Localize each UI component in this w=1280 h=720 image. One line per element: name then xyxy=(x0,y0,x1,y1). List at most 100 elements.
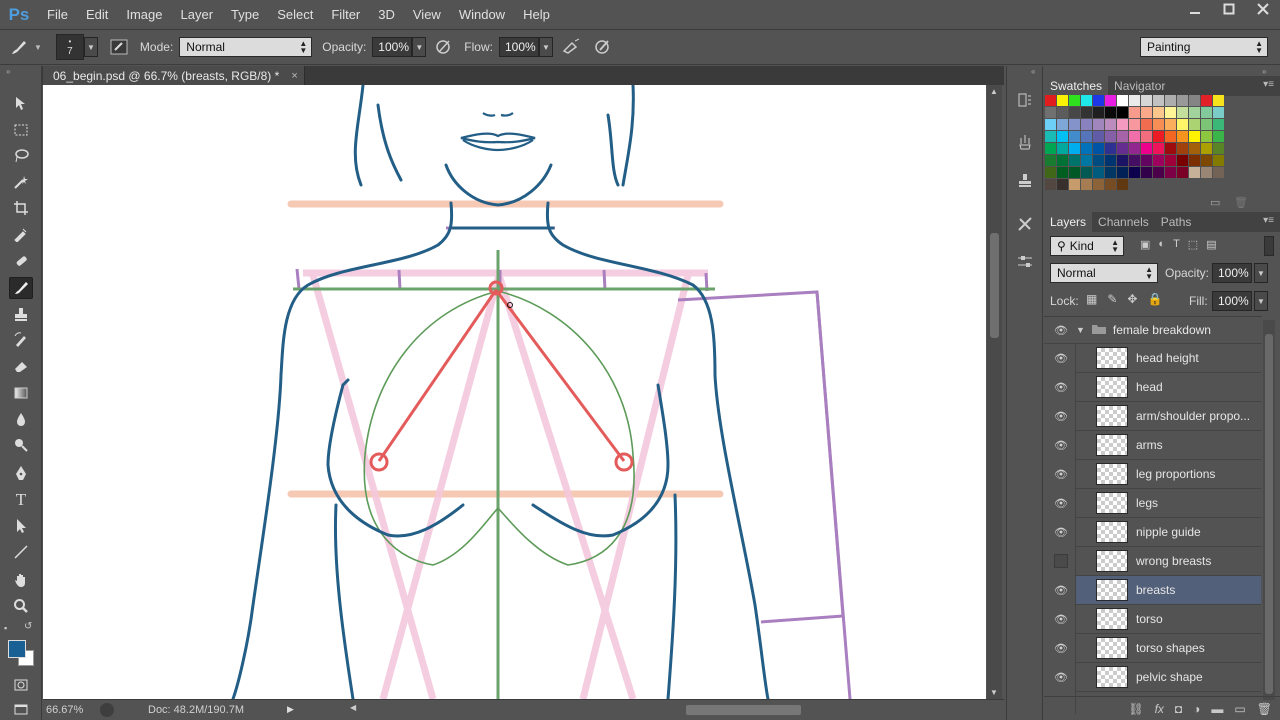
color-swatch[interactable] xyxy=(1189,95,1200,106)
color-swatch[interactable] xyxy=(1213,143,1224,154)
flow-dropdown[interactable]: ▼ xyxy=(538,37,553,57)
color-swatch[interactable] xyxy=(1201,167,1212,178)
color-swatch[interactable] xyxy=(1093,131,1104,142)
color-swatch[interactable] xyxy=(1045,167,1056,178)
swap-colors-icon[interactable]: ↺ xyxy=(24,621,32,632)
healing-brush-tool-icon[interactable] xyxy=(9,250,33,272)
color-swatch[interactable] xyxy=(1189,155,1200,166)
color-swatch[interactable] xyxy=(1189,167,1200,178)
eye-icon[interactable]: 👁 xyxy=(1054,467,1068,481)
layer-row[interactable]: 👁 torso xyxy=(1054,605,1261,634)
flow-field[interactable]: 100% xyxy=(498,37,539,57)
color-swatch[interactable] xyxy=(1213,131,1224,142)
color-swatch[interactable] xyxy=(1045,131,1056,142)
eye-icon[interactable]: 👁 xyxy=(1054,438,1068,452)
color-swatch[interactable] xyxy=(1045,179,1056,190)
color-swatch[interactable] xyxy=(1129,155,1140,166)
collapse-panels-icon[interactable]: » xyxy=(1262,67,1266,76)
color-swatch[interactable] xyxy=(1093,143,1104,154)
color-swatch[interactable] xyxy=(1165,119,1176,130)
magic-wand-tool-icon[interactable] xyxy=(9,171,33,193)
color-swatch[interactable] xyxy=(1141,119,1152,130)
blend-mode-select[interactable]: Normal ▲ ▼ xyxy=(1050,263,1158,283)
pressure-opacity-icon[interactable] xyxy=(432,36,454,58)
color-swatch[interactable] xyxy=(1141,155,1152,166)
layer-row[interactable]: 👁 arms xyxy=(1054,431,1261,460)
layer-row[interactable]: 👁 head xyxy=(1054,373,1261,402)
marquee-tool-icon[interactable] xyxy=(9,119,33,141)
type-filter-icon[interactable]: T xyxy=(1173,238,1180,251)
layers-scrollbar[interactable] xyxy=(1263,320,1275,700)
default-colors-icon[interactable]: ▪ xyxy=(4,623,7,633)
color-swatch[interactable] xyxy=(1153,119,1164,130)
eye-icon[interactable]: 👁 xyxy=(1054,612,1068,626)
tab-swatches[interactable]: Swatches xyxy=(1044,76,1109,96)
color-swatch[interactable] xyxy=(1069,155,1080,166)
color-swatch[interactable] xyxy=(1057,167,1068,178)
path-selection-tool-icon[interactable] xyxy=(9,515,33,537)
layer-group-row[interactable]: 👁 ▼ female breakdown xyxy=(1044,317,1262,344)
color-swatch[interactable] xyxy=(1153,95,1164,106)
color-swatch[interactable] xyxy=(1069,179,1080,190)
tool-presets-panel-icon[interactable] xyxy=(1015,214,1035,234)
layer-row[interactable]: 👁 leg proportions xyxy=(1054,460,1261,489)
zoom-tool-icon[interactable] xyxy=(9,595,33,617)
color-swatch[interactable] xyxy=(1057,119,1068,130)
layer-row[interactable]: wrong breasts xyxy=(1054,547,1261,576)
color-swatch[interactable] xyxy=(1141,131,1152,142)
blur-tool-icon[interactable] xyxy=(9,408,33,430)
color-swatch[interactable] xyxy=(1093,95,1104,106)
clone-source-panel-icon[interactable] xyxy=(1015,170,1035,190)
eye-icon[interactable]: 👁 xyxy=(1054,351,1068,365)
color-swatch[interactable] xyxy=(1081,179,1092,190)
new-layer-icon[interactable]: ▭ xyxy=(1234,702,1245,716)
hand-tool-icon[interactable] xyxy=(9,569,33,591)
brush-presets-panel-icon[interactable] xyxy=(1015,132,1035,152)
color-swatch[interactable] xyxy=(1093,179,1104,190)
color-swatch[interactable] xyxy=(1117,143,1128,154)
scroll-left-icon[interactable]: ◀ xyxy=(350,703,356,712)
color-swatch[interactable] xyxy=(1105,179,1116,190)
lock-transparent-icon[interactable]: ▦ xyxy=(1086,292,1097,306)
brush-size-picker[interactable]: • 7 xyxy=(55,34,84,60)
color-swatch[interactable] xyxy=(1153,155,1164,166)
color-swatch[interactable] xyxy=(1177,119,1188,130)
dodge-tool-icon[interactable] xyxy=(9,434,33,456)
eye-icon[interactable]: 👁 xyxy=(1054,409,1068,423)
adjustments-panel-icon[interactable] xyxy=(1015,252,1035,272)
eye-icon[interactable]: 👁 xyxy=(1054,323,1068,337)
eye-icon[interactable]: 👁 xyxy=(1054,496,1068,510)
color-swatch[interactable] xyxy=(1189,119,1200,130)
layer-row[interactable]: 👁 torso shapes xyxy=(1054,634,1261,663)
lock-pixels-icon[interactable]: ✎ xyxy=(1107,292,1117,306)
color-swatch[interactable] xyxy=(1177,131,1188,142)
screen-mode-icon[interactable] xyxy=(9,698,33,720)
color-swatch[interactable] xyxy=(1117,119,1128,130)
fill-field[interactable]: 100% xyxy=(1212,291,1252,311)
color-swatch[interactable] xyxy=(1201,131,1212,142)
color-swatch[interactable] xyxy=(1069,167,1080,178)
color-swatch[interactable] xyxy=(1117,179,1128,190)
color-swatch[interactable] xyxy=(1081,167,1092,178)
color-swatch[interactable] xyxy=(1165,131,1176,142)
color-swatch[interactable] xyxy=(1081,131,1092,142)
color-swatch[interactable] xyxy=(1153,143,1164,154)
eye-icon[interactable]: 👁 xyxy=(1054,380,1068,394)
color-swatch[interactable] xyxy=(1093,119,1104,130)
tab-navigator[interactable]: Navigator xyxy=(1108,76,1171,96)
color-swatch[interactable] xyxy=(1069,95,1080,106)
collapse-dock-icon[interactable]: « xyxy=(1031,67,1035,76)
color-swatch[interactable] xyxy=(1057,155,1068,166)
color-swatch[interactable] xyxy=(1069,131,1080,142)
color-swatch[interactable] xyxy=(1201,143,1212,154)
adjustment-layer-icon[interactable]: ◑ xyxy=(1193,702,1200,716)
color-swatch[interactable] xyxy=(1057,179,1068,190)
color-swatch[interactable] xyxy=(1177,95,1188,106)
new-swatch-icon[interactable]: ▭ xyxy=(1210,196,1220,209)
color-swatch[interactable] xyxy=(1177,155,1188,166)
chevron-down-icon[interactable]: ▼ xyxy=(34,43,42,52)
color-swatch[interactable] xyxy=(1213,95,1224,106)
color-swatch[interactable] xyxy=(1153,107,1164,118)
opacity-field[interactable]: 100% xyxy=(372,37,413,57)
color-swatch[interactable] xyxy=(1165,167,1176,178)
